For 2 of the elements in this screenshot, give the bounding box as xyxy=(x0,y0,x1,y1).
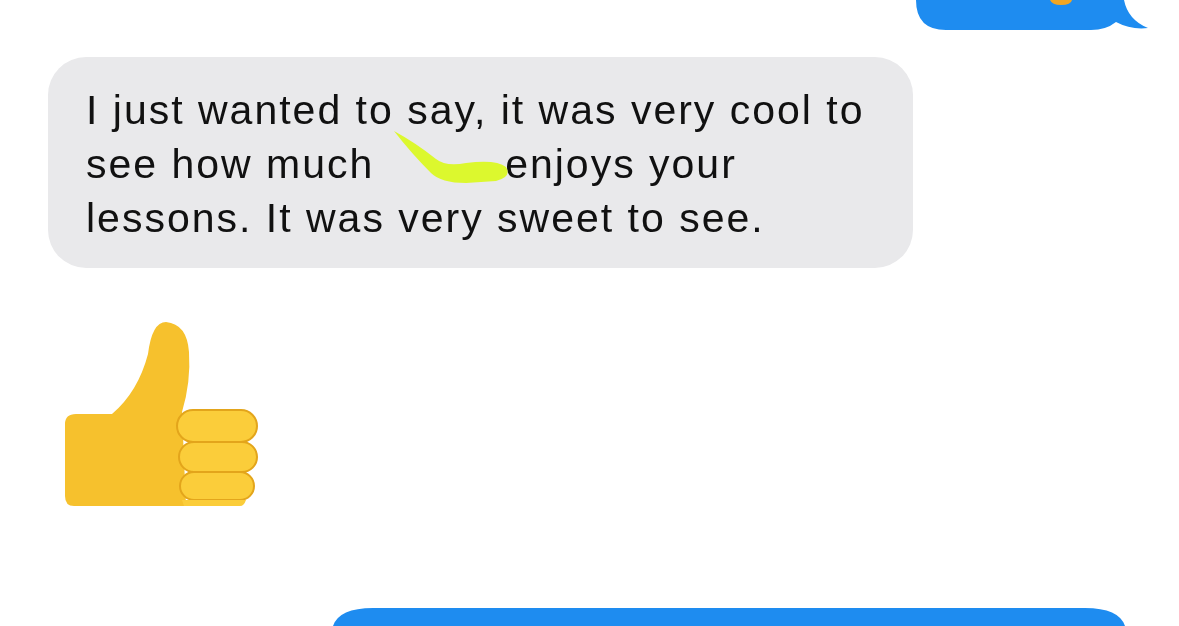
emoji-icon xyxy=(1049,0,1073,6)
message-text: I just wanted to say, it was very cool to see how much enjoys your lessons. It was very sweet to see. xyxy=(86,86,866,243)
